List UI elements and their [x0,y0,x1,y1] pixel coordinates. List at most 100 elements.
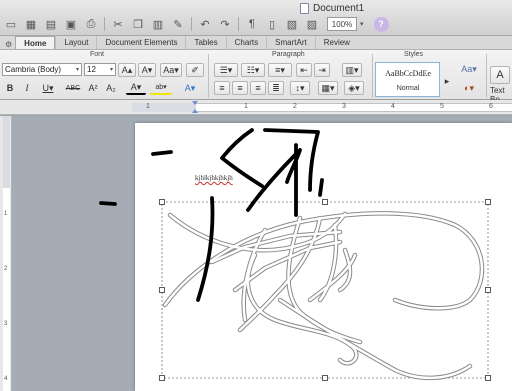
style-sample: AaBbCcDdEe [385,69,431,78]
open-icon[interactable]: ▤ [42,16,60,33]
format-painter-icon[interactable]: ✎ [169,16,187,33]
new-document-icon[interactable]: ▭ [2,16,20,33]
style-normal[interactable]: AaBbCcDdEe Normal [375,62,440,97]
clear-formatting-button[interactable]: ✐ [186,63,204,77]
media-browser-icon[interactable]: ▧ [283,16,301,33]
text-box-button[interactable]: A [490,66,510,84]
redo-icon[interactable]: ↷ [216,16,234,33]
ruler-number: 5 [440,103,444,110]
ribbon-tabs: ⚙ Home Layout Document Elements Tables C… [0,36,512,50]
grow-font-button[interactable]: A▴ [118,63,136,77]
font-size-value: 12 [87,65,96,74]
title-bar: Document1 ▭ ▦ ▤ ▣ ⎙ ✂ ❐ ▥ ✎ ↶ ↷ ¶ ▯ ▧ ▨ … [0,0,512,36]
columns-button[interactable]: ▥▾ [342,63,362,77]
vertical-ruler[interactable]: 1 2 3 4 [0,116,12,391]
ribbon: Font Paragraph Styles Cambria (Body) ▾ 1… [0,50,512,104]
shrink-font-button[interactable]: A▾ [138,63,156,77]
multilevel-list-button[interactable]: ≡▾ [268,63,292,77]
ruler-left-margin [132,103,196,112]
ruler-number: 6 [489,103,493,110]
italic-button[interactable]: I [20,81,34,95]
ruler-number: 3 [4,321,8,327]
decrease-indent-button[interactable]: ⇤ [296,63,312,77]
borders-button[interactable]: ▦▾ [318,81,338,95]
chevron-down-icon: ▾ [109,67,113,73]
ruler-number: 4 [391,103,395,110]
justify-button[interactable]: ≣ [268,81,284,95]
vruler-top-margin [3,116,10,188]
text-effects-button[interactable]: A▾ [180,81,200,95]
paragraph-group-label: Paragraph [272,51,305,58]
sidebar-icon[interactable]: ▯ [263,16,281,33]
standard-toolbar: ▭ ▦ ▤ ▣ ⎙ ✂ ❐ ▥ ✎ ↶ ↷ ¶ ▯ ▧ ▨ 100% ▾ ? [2,14,389,34]
save-icon[interactable]: ▣ [62,16,80,33]
strikethrough-button[interactable]: ABC [64,81,82,95]
line-spacing-button[interactable]: ↕▾ [290,81,310,95]
font-name-value: Cambria (Body) [5,65,62,74]
change-case-button[interactable]: Aa▾ [160,63,182,77]
tab-review[interactable]: Review [314,36,358,49]
chevron-down-icon[interactable]: ▾ [360,20,364,28]
toolbar-divider [104,17,105,31]
group-divider [486,54,487,98]
underline-button[interactable]: U▾ [38,81,58,95]
toolbar-divider [191,17,192,31]
subscript-button[interactable]: A₂ [104,81,118,95]
help-icon[interactable]: ? [373,16,389,32]
font-name-select[interactable]: Cambria (Body) ▾ [2,63,82,76]
window-title: Document1 [313,2,365,14]
tab-document-elements[interactable]: Document Elements [96,36,185,49]
gear-icon[interactable]: ⚙ [2,40,15,49]
templates-icon[interactable]: ▦ [22,16,40,33]
cut-icon[interactable]: ✂ [109,16,127,33]
document-icon [300,2,309,14]
highlight-button[interactable]: ab▾ [150,81,172,95]
tab-tables[interactable]: Tables [185,36,225,49]
tab-layout[interactable]: Layout [55,36,96,49]
increase-indent-button[interactable]: ⇥ [314,63,330,77]
tab-charts[interactable]: Charts [225,36,267,49]
styles-scroll-icon[interactable]: ▸ [442,74,452,88]
document-page[interactable]: kjhlkjhkjhkjh [135,123,512,391]
align-center-button[interactable]: ≡ [232,81,248,95]
ruler-number: 4 [4,376,8,382]
indent-marker-icon[interactable] [192,101,198,114]
ruler-number: 3 [342,103,346,110]
themes-button[interactable]: ◐▾ [458,81,480,95]
paste-icon[interactable]: ▥ [149,16,167,33]
style-name: Normal [396,85,420,92]
undo-icon[interactable]: ↶ [196,16,214,33]
chevron-down-icon: ▾ [75,67,79,73]
toolbox-icon[interactable]: ▨ [303,16,321,33]
font-size-select[interactable]: 12 ▾ [84,63,116,76]
group-divider [208,54,209,98]
align-right-button[interactable]: ≡ [250,81,266,95]
superscript-button[interactable]: A² [86,81,100,95]
title-area: Document1 [300,1,364,15]
document-text[interactable]: kjhlkjhkjhkjh [195,174,233,182]
print-icon[interactable]: ⎙ [82,16,100,33]
bullets-button[interactable]: ☰▾ [214,63,238,77]
tab-home[interactable]: Home [15,36,56,49]
tab-smartart[interactable]: SmartArt [266,36,315,49]
quick-styles-button[interactable]: Aa▾ [458,62,480,76]
shading-button[interactable]: ◈▾ [344,81,364,95]
ruler-number: 1 [146,103,150,110]
document-canvas[interactable]: kjhlkjhkjhkjh [12,116,512,391]
copy-icon[interactable]: ❐ [129,16,147,33]
show-formatting-icon[interactable]: ¶ [243,16,261,33]
styles-group-label: Styles [404,51,424,58]
horizontal-ruler[interactable]: 1 1 2 3 4 5 6 [0,100,512,115]
font-group-label: Font [90,51,105,58]
numbering-button[interactable]: ☷▾ [241,63,265,77]
ruler-number: 1 [244,103,248,110]
align-left-button[interactable]: ≡ [214,81,230,95]
ruler-number: 2 [293,103,297,110]
bold-button[interactable]: B [3,81,17,95]
ruler-number: 1 [4,211,8,217]
toolbar-divider [238,17,239,31]
font-color-button[interactable]: A▾ [126,81,146,95]
ruler-number: 2 [4,266,8,272]
zoom-select[interactable]: 100% [327,17,357,31]
zoom-value: 100% [331,19,353,29]
